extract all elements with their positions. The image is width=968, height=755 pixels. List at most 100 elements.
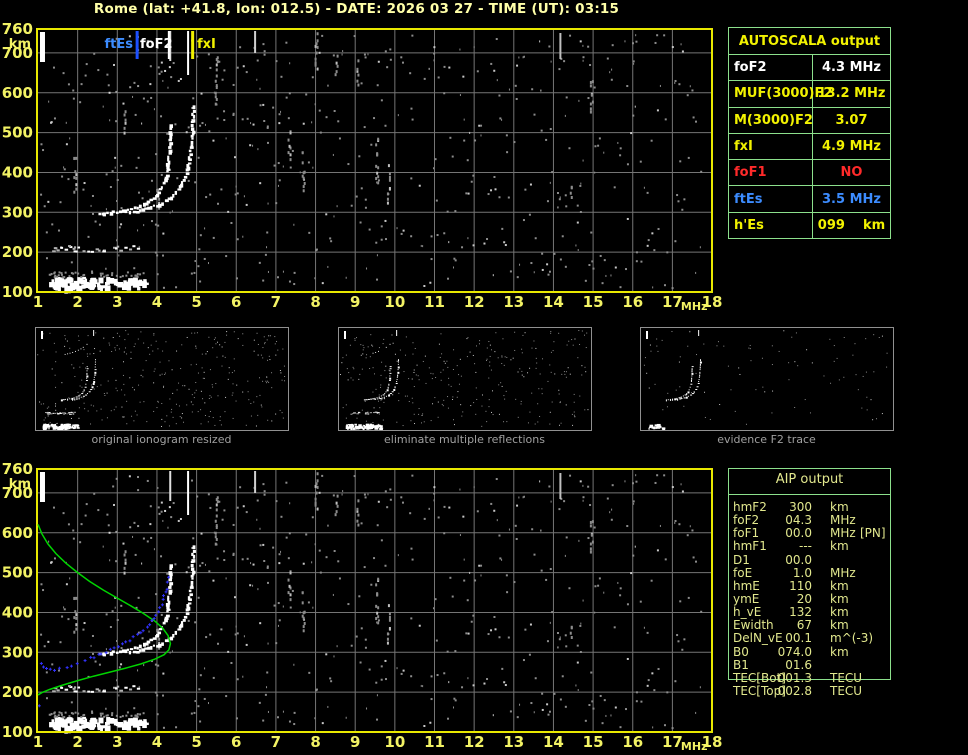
autoscala-table-row: fxI 4.9 MHz	[729, 133, 890, 161]
parameter-unit: MHz	[830, 526, 856, 541]
parameter-value: 1.0	[792, 565, 812, 580]
svg-text:760: 760	[2, 20, 33, 38]
aip-table-header: AIP output	[775, 472, 844, 487]
svg-text:200: 200	[2, 243, 33, 261]
svg-text:100: 100	[2, 283, 33, 301]
parameter-note: [PN]	[860, 526, 886, 541]
parameter-value: 01.6	[785, 657, 812, 672]
parameter-value: 00.0	[785, 526, 812, 541]
autoscala-table-row: h'Es 099 km	[729, 212, 890, 238]
parameter-unit: km	[830, 618, 849, 633]
svg-text:9: 9	[350, 293, 360, 311]
svg-text:11: 11	[424, 733, 445, 751]
parameter-name: B0	[733, 644, 749, 659]
svg-text:14: 14	[543, 733, 564, 751]
parameter-value: 001.3	[777, 670, 812, 685]
parameter-name: foF1	[729, 160, 813, 186]
svg-text:5: 5	[191, 733, 201, 751]
parameter-unit: km	[830, 591, 849, 606]
parameter-unit: MHz	[830, 565, 856, 580]
parameter-value: 110	[789, 578, 812, 593]
ftes-marker-label: ftEs	[104, 37, 134, 52]
parameter-value: 132	[789, 605, 812, 620]
svg-text:16: 16	[622, 733, 643, 751]
parameter-unit: TECU	[830, 670, 863, 685]
parameter-value: 074.0	[777, 644, 812, 659]
svg-text:12: 12	[464, 293, 485, 311]
parameter-name: M(3000)F2	[729, 107, 813, 133]
parameter-unit: km	[830, 500, 849, 514]
parameter-name: MUF(3000)F2	[729, 81, 832, 107]
parameter-value: NO	[840, 165, 863, 181]
parameter-value: 4.9 MHz	[822, 138, 881, 154]
parameter-name: foE	[733, 565, 753, 580]
svg-text:MHz: MHz	[681, 740, 708, 753]
svg-text:400: 400	[2, 163, 33, 181]
parameter-name: h'Es	[729, 212, 813, 238]
parameter-value: 00.0	[785, 552, 812, 567]
svg-text:17: 17	[662, 293, 683, 311]
svg-text:15: 15	[583, 733, 604, 751]
svg-text:11: 11	[424, 293, 445, 311]
svg-text:6: 6	[231, 293, 241, 311]
parameter-name: foF2	[729, 55, 813, 81]
autoscala-output-table: AUTOSCALA output foF2 4.3 MHz MUF(3000)F2 1…	[728, 27, 891, 239]
svg-text:15: 15	[583, 293, 604, 311]
parameter-name: D1	[733, 552, 750, 567]
svg-text:500: 500	[2, 124, 33, 142]
parameter-value: 4.3 MHz	[822, 60, 881, 76]
aip-table-row: TEC[Bot] 001.3 TECU	[728, 670, 908, 685]
svg-text:km: km	[9, 37, 31, 52]
svg-text:6: 6	[231, 733, 241, 751]
aip-table-row: Ewidth 67 km	[728, 618, 908, 633]
svg-text:7: 7	[271, 733, 281, 751]
parameter-name: B1	[733, 657, 749, 672]
svg-text:2: 2	[72, 733, 82, 751]
parameter-unit: m^(-3)	[830, 631, 874, 646]
parameter-name: ftEs	[729, 186, 813, 212]
svg-text:MHz: MHz	[681, 300, 708, 313]
parameter-unit: MHz	[830, 513, 856, 528]
parameter-value: 13.2 MHz	[817, 86, 886, 102]
aip-table-row: ymE 20 km	[728, 591, 908, 606]
fof2-marker-label: foF2	[140, 37, 173, 52]
fxi-marker-label: fxI	[197, 37, 216, 52]
svg-text:5: 5	[191, 293, 201, 311]
svg-text:13: 13	[503, 293, 524, 311]
parameter-name: fxI	[729, 133, 813, 160]
aip-table-row: h_vE 132 km	[728, 605, 908, 620]
svg-text:200: 200	[2, 683, 33, 701]
svg-text:4: 4	[152, 293, 162, 311]
parameter-value: 002.8	[777, 683, 812, 698]
svg-text:7: 7	[271, 293, 281, 311]
panel2-caption: eliminate multiple reflections	[384, 433, 545, 446]
autoscala-table-header: AUTOSCALA output	[729, 28, 890, 55]
panel1-caption: original ionogram resized	[91, 433, 232, 446]
aip-table-row: hmF2 300 km	[728, 500, 908, 514]
svg-text:17: 17	[662, 733, 683, 751]
svg-text:760: 760	[2, 460, 33, 478]
parameter-value: 00.1	[785, 631, 812, 646]
aip-header-divider	[728, 494, 891, 495]
aip-table-row: foF1 00.0 MHz [PN]	[728, 526, 908, 541]
parameter-value: ---	[799, 539, 812, 554]
parameter-value: 3.07	[835, 112, 868, 128]
parameter-value: 300	[789, 500, 812, 514]
svg-text:400: 400	[2, 603, 33, 621]
aip-table-rows: hmF2 300 km foF2 04.3 MHz foF1 00.0 MHz [PN] hmF1-…	[728, 500, 908, 698]
svg-text:16: 16	[622, 293, 643, 311]
station-date-title: Rome (lat: +41.8, lon: 012.5) - DATE: 20…	[93, 1, 620, 17]
svg-text:100: 100	[2, 723, 33, 741]
aip-table-row: foF2 04.3 MHz	[728, 513, 908, 528]
panel3-caption: evidence F2 trace	[717, 433, 816, 446]
svg-text:300: 300	[2, 203, 33, 221]
aip-table-row: D1 00.0	[728, 552, 908, 567]
aip-table-row: B0 074.0 km	[728, 644, 908, 659]
parameter-unit: km	[830, 578, 849, 593]
parameter-value: 099 km	[817, 217, 886, 233]
svg-text:10: 10	[384, 733, 405, 751]
autoscala-table-row: M(3000)F2 3.07	[729, 107, 890, 134]
autoscala-output-screen: 760 700 600 500 400 300 200 100 km 1 2 3 4 5 6 7 8 9 10 11 1…	[0, 0, 968, 755]
svg-text:km: km	[9, 477, 31, 492]
svg-text:9: 9	[350, 733, 360, 751]
